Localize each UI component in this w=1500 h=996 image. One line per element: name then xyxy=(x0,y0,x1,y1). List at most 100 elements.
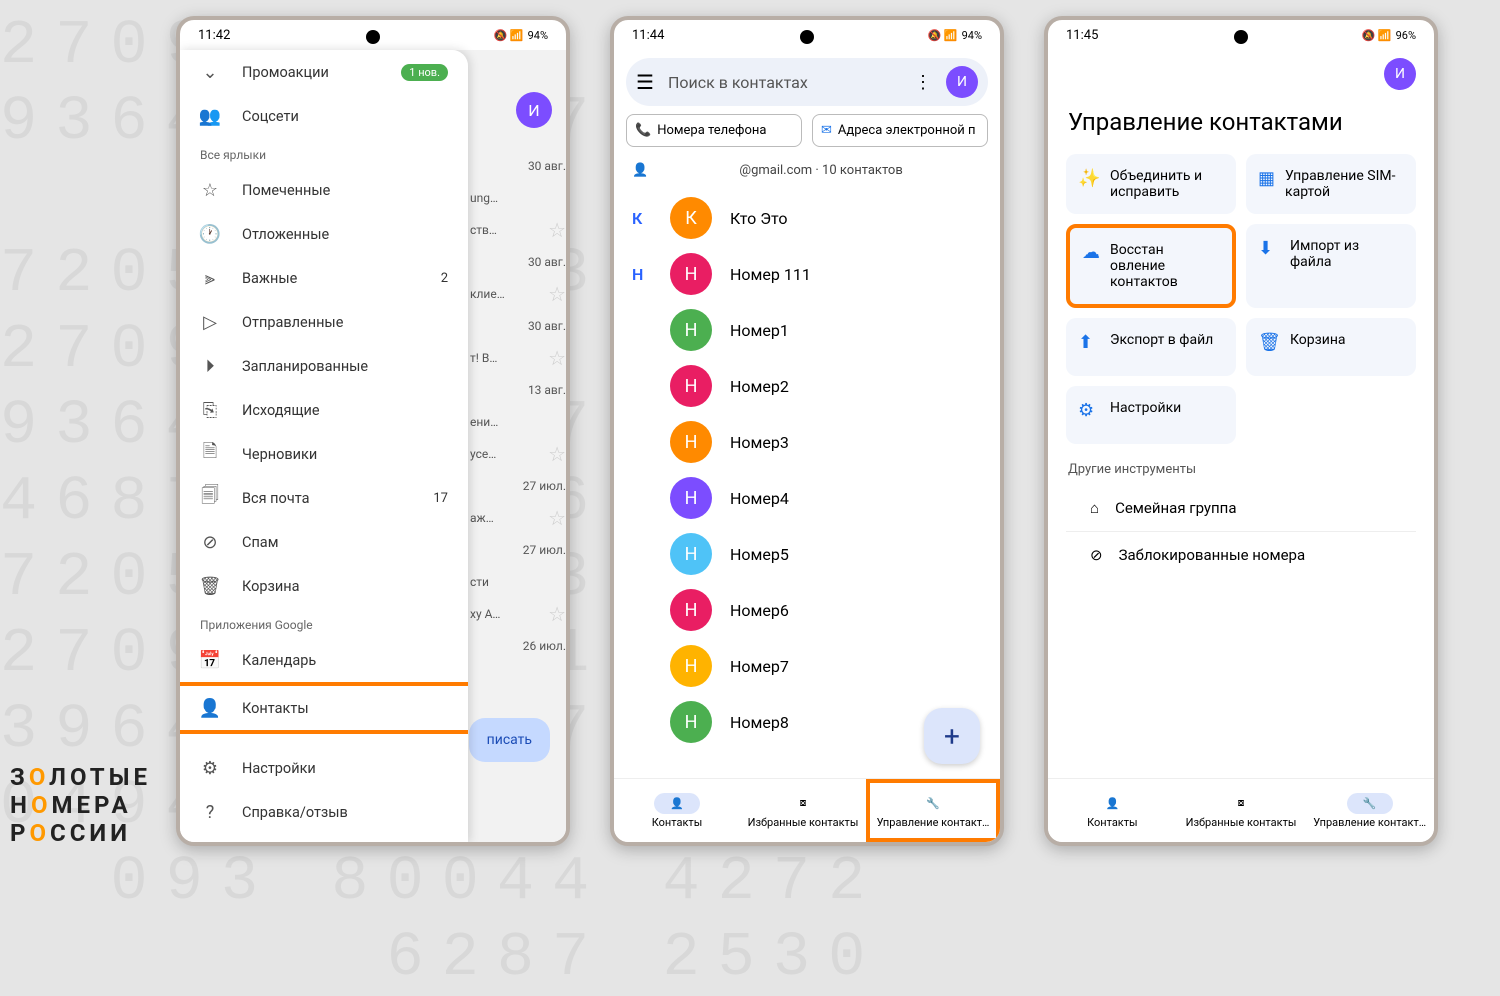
contact-row[interactable]: Н Н Номер 111 xyxy=(614,246,1000,302)
tile-label: Восстан овление контактов xyxy=(1110,242,1220,290)
tile-3[interactable]: ⬇Импорт из файла xyxy=(1246,224,1416,308)
contact-avatar: Н xyxy=(670,309,712,351)
contacts-icon: 👤 xyxy=(200,698,220,718)
tile-label: Экспорт в файл xyxy=(1110,332,1213,348)
search-placeholder: Поиск в контактах xyxy=(668,73,900,92)
contact-avatar: К xyxy=(670,197,712,239)
drawer-scheduled[interactable]: ⏵Запланированные xyxy=(180,344,468,388)
tile-label: Управление SIM-картой xyxy=(1285,168,1404,200)
section-letter: К xyxy=(632,209,652,228)
contact-row[interactable]: Н Номер4 xyxy=(614,470,1000,526)
contact-avatar: Н xyxy=(670,253,712,295)
gmail-drawer: ⌄ Промоакции 1 нов. 👥Соцсети Все ярлыки … xyxy=(180,50,468,842)
compose-button[interactable]: писать xyxy=(469,718,550,762)
gear-icon: ⚙ xyxy=(200,758,220,778)
contact-row[interactable]: Н Номер5 xyxy=(614,526,1000,582)
nav-contacts[interactable]: 👤Контакты xyxy=(614,779,740,842)
tile-icon: ▦ xyxy=(1258,168,1275,189)
row-family[interactable]: ⌂Семейная группа xyxy=(1066,485,1416,532)
important-icon: ⫸ xyxy=(200,268,220,288)
drawer-outbox[interactable]: ⎘Исходящие xyxy=(180,388,468,432)
nav-highlights[interactable]: ⧇Избранные контакты xyxy=(740,779,866,842)
tile-0[interactable]: ✨ Объединить и исправить xyxy=(1066,154,1236,214)
drawer-spam[interactable]: ⊘Спам xyxy=(180,520,468,564)
contact-name: Номер1 xyxy=(730,321,789,340)
calendar-icon: 📅 xyxy=(200,650,220,670)
menu-icon[interactable]: ☰ xyxy=(636,70,654,94)
chip-phone[interactable]: 📞Номера телефона xyxy=(626,114,802,147)
drawer-help[interactable]: ?Справка/отзыв xyxy=(180,790,468,834)
wrench-icon: 🔧 xyxy=(910,793,956,814)
tile-5[interactable]: 🗑 Корзина xyxy=(1246,318,1416,376)
contact-avatar: Н xyxy=(670,477,712,519)
star-icon: ☆ xyxy=(200,180,220,200)
drawer-settings[interactable]: ⚙Настройки xyxy=(180,746,468,790)
drawer-allmail[interactable]: 🗐Вся почта17 xyxy=(180,476,468,520)
clock-icon: 🕐 xyxy=(200,224,220,244)
logo: ЗОЛОТЫЕ НОМЕРА РОССИИ xyxy=(10,763,151,847)
send-icon: ▷ xyxy=(200,312,220,332)
contact-avatar: Н xyxy=(670,365,712,407)
phone-icon: 📞 xyxy=(635,123,651,138)
drawer-snoozed[interactable]: 🕐Отложенные xyxy=(180,212,468,256)
drawer-drafts[interactable]: 🗎Черновики xyxy=(180,432,468,476)
contact-avatar: Н xyxy=(670,589,712,631)
chip-email[interactable]: ✉Адреса электронной п xyxy=(812,114,988,147)
drawer-contacts[interactable]: 👤Контакты xyxy=(180,682,468,734)
tile-icon: ⚙ xyxy=(1078,400,1100,421)
people-icon: 👥 xyxy=(200,106,220,126)
contact-name: Номер5 xyxy=(730,545,789,564)
home-icon: ⌂ xyxy=(1090,499,1099,517)
avatar[interactable]: И xyxy=(946,66,978,98)
account-row[interactable]: 👤 @gmail.com · 10 контактов xyxy=(614,157,1000,190)
drawer-sent[interactable]: ▷Отправленные xyxy=(180,300,468,344)
tile-label: Настройки xyxy=(1110,400,1181,416)
drawer-trash[interactable]: 🗑Корзина xyxy=(180,564,468,608)
bottom-nav: 👤Контакты ⧇Избранные контакты 🔧Управлени… xyxy=(614,778,1000,842)
nav-manage[interactable]: 🔧Управление контакт… xyxy=(866,779,1000,842)
tile-1[interactable]: ▦ Управление SIM-картой xyxy=(1246,154,1416,214)
drawer-social[interactable]: 👥Соцсети xyxy=(180,94,468,138)
section-letter: Н xyxy=(632,265,652,284)
bottom-nav: 👤Контакты ⧇Избранные контакты 🔧Управлени… xyxy=(1048,778,1434,842)
more-icon[interactable]: ⋮ xyxy=(914,72,932,93)
tile-6[interactable]: ⚙ Настройки xyxy=(1066,386,1236,444)
tile-label: Объединить и исправить xyxy=(1110,168,1224,200)
search-bar[interactable]: ☰ Поиск в контактах ⋮ И xyxy=(626,58,988,106)
nav-contacts[interactable]: 👤Контакты xyxy=(1048,779,1177,842)
contact-row[interactable]: Н Номер2 xyxy=(614,358,1000,414)
drawer-calendar[interactable]: 📅Календарь xyxy=(180,638,468,682)
outbox-icon: ⎘ xyxy=(200,400,220,420)
schedule-icon: ⏵ xyxy=(200,356,220,376)
contact-name: Номер 111 xyxy=(730,265,811,284)
drawer-important[interactable]: ⫸Важные2 xyxy=(180,256,468,300)
contact-avatar: Н xyxy=(670,701,712,743)
nav-manage[interactable]: 🔧Управление контакт… xyxy=(1305,779,1434,842)
tile-icon: ☁ xyxy=(1082,242,1100,263)
add-contact-fab[interactable]: + xyxy=(924,708,980,764)
contact-name: Номер3 xyxy=(730,433,789,452)
avatar[interactable]: И xyxy=(516,92,552,128)
chevron-down-icon: ⌄ xyxy=(200,62,220,82)
tile-label: Корзина xyxy=(1290,332,1346,348)
phone-2: 11:44 🔕 📶 94% ☰ Поиск в контактах ⋮ И 📞Н… xyxy=(610,16,1004,846)
contact-row[interactable]: Н Номер3 xyxy=(614,414,1000,470)
drawer-starred[interactable]: ☆Помеченные xyxy=(180,168,468,212)
contact-name: Номер8 xyxy=(730,713,789,732)
avatar[interactable]: И xyxy=(1384,58,1416,90)
drawer-promotions[interactable]: ⌄ Промоакции 1 нов. xyxy=(180,50,468,94)
section-labels: Все ярлыки xyxy=(180,138,468,168)
tile-icon: 🗑 xyxy=(1258,332,1280,353)
contact-row[interactable]: К К Кто Это xyxy=(614,190,1000,246)
trash-icon: 🗑 xyxy=(200,576,220,596)
tile-4[interactable]: ⬆Экспорт в файл xyxy=(1066,318,1236,376)
contact-row[interactable]: Н Номер1 xyxy=(614,302,1000,358)
tile-2[interactable]: ☁ Восстан овление контактов xyxy=(1066,224,1236,308)
contact-row[interactable]: Н Номер6 xyxy=(614,582,1000,638)
contact-row[interactable]: Н Номер7 xyxy=(614,638,1000,694)
block-icon: ⊘ xyxy=(1090,546,1103,564)
tile-icon: ✨ xyxy=(1078,168,1100,189)
nav-highlights[interactable]: ⧇Избранные контакты xyxy=(1177,779,1306,842)
row-blocked[interactable]: ⊘Заблокированные номера xyxy=(1066,532,1416,578)
tile-icon: ⬇ xyxy=(1258,238,1280,259)
